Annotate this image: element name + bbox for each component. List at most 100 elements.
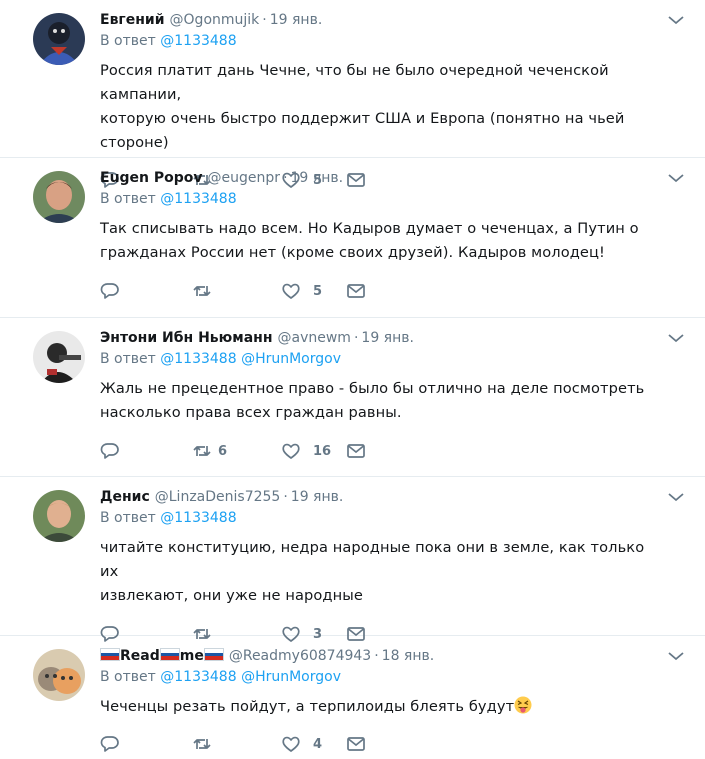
chevron-down-icon[interactable] — [667, 172, 685, 184]
avatar[interactable] — [33, 331, 85, 383]
separator-dot: · — [374, 648, 379, 664]
reply-mention[interactable]: @1133488 — [160, 351, 236, 367]
tweet-text: читайте конституцию, недра народные пока… — [100, 536, 665, 608]
tweet[interactable]: Денис @LinzaDenis7255 · 19 янв. В ответ @11… — [0, 477, 705, 642]
reply-icon — [100, 283, 119, 299]
message-icon — [347, 284, 365, 298]
like-icon — [282, 736, 300, 752]
separator-dot: · — [283, 170, 288, 186]
message-icon — [347, 444, 365, 458]
tweet-text-line: насколько права всех граждан равны. — [100, 404, 402, 421]
chevron-down-icon[interactable] — [667, 14, 685, 26]
user-handle[interactable]: @Readmy60874943 — [229, 648, 371, 664]
reply-mention[interactable]: @1133488 — [160, 33, 236, 49]
reply-context: В ответ @1133488 @HrunMorgov — [100, 347, 665, 374]
tweet-text-line: Россия платит дань Чечне, что бы не было… — [100, 62, 609, 103]
tweet-text: Так списывать надо всем. Но Кадыров дума… — [100, 217, 665, 265]
chevron-down-icon[interactable] — [667, 332, 685, 344]
reply-button[interactable] — [100, 441, 192, 461]
retweet-count: 6 — [218, 443, 228, 459]
reply-mention[interactable]: @1133488 — [160, 669, 236, 685]
tweet-actions: 5 — [100, 281, 665, 301]
tweet[interactable]: Eugen Popov @eugenpr · 19 янв. В ответ @113… — [0, 158, 705, 318]
reply-icon — [100, 736, 119, 752]
tweet[interactable]: Энтони Ибн Ньюманн @avnewm · 19 янв. В отве… — [0, 318, 705, 477]
like-icon — [282, 443, 300, 459]
separator-dot: · — [262, 12, 267, 28]
user-handle[interactable]: @avnewm — [278, 330, 351, 346]
user-handle[interactable]: @Ogonmujik — [170, 12, 260, 28]
tweet-text-line: Чеченцы резать пойдут, а терпилоиды блея… — [100, 698, 515, 715]
chevron-down-icon[interactable] — [667, 650, 685, 662]
tweet-text-line: которую очень быстро поддержит США и Евр… — [100, 110, 625, 151]
timestamp[interactable]: 19 янв. — [291, 489, 344, 505]
direct-message-button[interactable] — [346, 734, 438, 754]
user-name[interactable]: Read — [120, 648, 160, 664]
user-name[interactable]: Энтони Ибн Ньюманн — [100, 330, 273, 346]
retweet-button[interactable] — [192, 734, 284, 754]
tweet-actions: 6 16 — [100, 441, 665, 461]
tweet[interactable]: Read me @Readmy60874943 · 18 янв. В ответ @1… — [0, 636, 705, 759]
retweet-button[interactable] — [192, 281, 284, 301]
reply-button[interactable] — [100, 281, 192, 301]
tweet-header: Энтони Ибн Ньюманн @avnewm · 19 янв. — [100, 318, 665, 347]
retweet-icon — [193, 446, 211, 456]
tweet[interactable]: Евгений @Ogonmujik · 19 янв. В ответ @11334… — [0, 0, 705, 188]
user-handle[interactable]: @eugenpr — [208, 170, 281, 186]
tweet-text-line: гражданах России нет (кроме своих друзей… — [100, 244, 605, 261]
direct-message-button[interactable] — [346, 281, 438, 301]
reply-context: В ответ @1133488 — [100, 506, 665, 533]
timestamp[interactable]: 19 янв. — [291, 170, 344, 186]
retweet-icon — [193, 739, 211, 749]
avatar[interactable] — [33, 490, 85, 542]
avatar[interactable] — [33, 13, 85, 65]
russia-flag-icon — [203, 648, 224, 661]
reply-context: В ответ @1133488 @HrunMorgov — [100, 665, 665, 692]
reply-mention[interactable]: @1133488 — [160, 510, 236, 526]
user-name[interactable]: Eugen Popov — [100, 170, 203, 186]
tweet-text-line: Жаль не прецедентное право - было бы отл… — [100, 380, 645, 397]
tweet-text-line: извлекают, они уже не народные — [100, 587, 363, 604]
tweet-text-line: Так списывать надо всем. Но Кадыров дума… — [100, 220, 639, 237]
reply-prefix: В ответ — [100, 33, 156, 49]
retweet-icon — [193, 286, 211, 296]
retweet-button[interactable]: 6 — [192, 441, 284, 461]
tweet-text: Жаль не прецедентное право - было бы отл… — [100, 377, 665, 425]
chevron-down-icon[interactable] — [667, 491, 685, 503]
message-icon — [347, 737, 365, 751]
user-handle[interactable]: @LinzaDenis7255 — [155, 489, 281, 505]
reply-prefix: В ответ — [100, 351, 156, 367]
reply-icon — [100, 443, 119, 459]
tongue-emoji-icon — [514, 696, 532, 714]
like-count: 16 — [313, 443, 332, 459]
avatar[interactable] — [33, 649, 85, 701]
reply-button[interactable] — [100, 734, 192, 754]
reply-mention[interactable]: @HrunMorgov — [241, 669, 341, 685]
reply-feed: Евгений @Ogonmujik · 19 янв. В ответ @11334… — [0, 0, 705, 759]
reply-prefix: В ответ — [100, 191, 156, 207]
russia-flag-icon — [100, 648, 120, 661]
like-count: 5 — [313, 283, 323, 299]
tweet-text: Чеченцы резать пойдут, а терпилоиды блея… — [100, 695, 665, 719]
reply-context: В ответ @1133488 — [100, 187, 665, 214]
reply-mention[interactable]: @HrunMorgov — [241, 351, 341, 367]
russia-flag-icon — [159, 648, 180, 661]
tweet-text-line: читайте конституцию, недра народные пока… — [100, 539, 645, 580]
separator-dot: · — [353, 330, 359, 346]
avatar[interactable] — [33, 171, 85, 223]
tweet-actions: 4 — [100, 734, 665, 754]
timestamp[interactable]: 19 янв. — [270, 12, 323, 28]
timestamp[interactable]: 19 янв. — [361, 330, 414, 346]
reply-mention[interactable]: @1133488 — [160, 191, 236, 207]
tweet-header: Read me @Readmy60874943 · 18 янв. — [100, 636, 665, 665]
direct-message-button[interactable] — [346, 441, 438, 461]
user-name[interactable]: me — [180, 648, 204, 664]
reply-prefix: В ответ — [100, 510, 156, 526]
like-count: 4 — [313, 736, 323, 752]
tweet-header: Eugen Popov @eugenpr · 19 янв. — [100, 158, 665, 187]
like-icon — [282, 283, 300, 299]
user-name[interactable]: Евгений — [100, 12, 165, 28]
reply-context: В ответ @1133488 — [100, 29, 665, 56]
timestamp[interactable]: 18 янв. — [382, 648, 435, 664]
user-name[interactable]: Денис — [100, 489, 150, 505]
